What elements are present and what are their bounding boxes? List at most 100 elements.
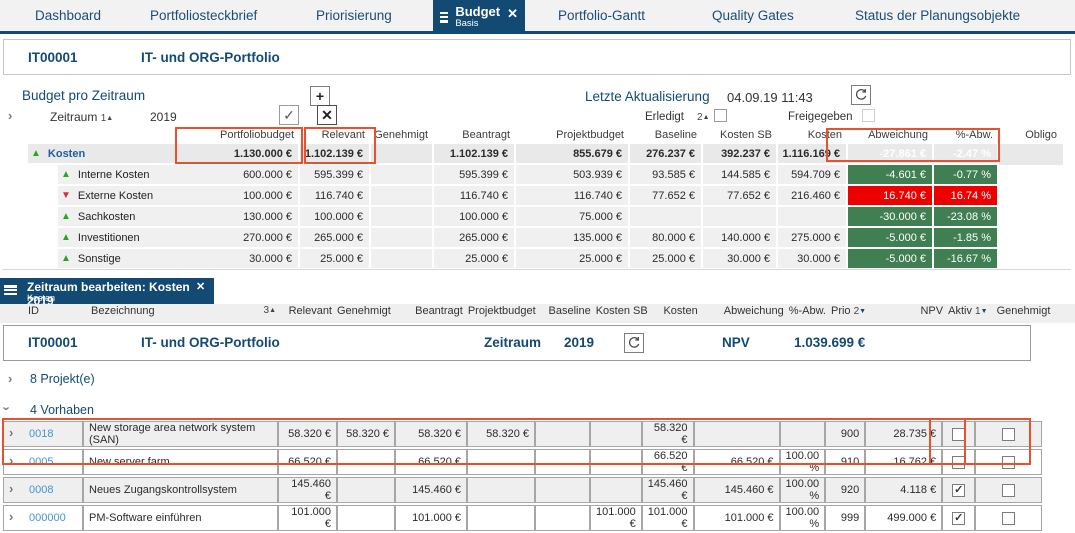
cost-category-label[interactable]: Sachkosten bbox=[78, 211, 135, 223]
close-icon[interactable]: ✕ bbox=[196, 280, 205, 293]
column-header[interactable]: Genehmigt bbox=[371, 127, 434, 144]
vorhaben-value-cell: 101.000 € bbox=[278, 505, 337, 531]
zeitraum-expand-chevron[interactable]: › bbox=[8, 108, 12, 123]
budget-value-cell: 77.652 € bbox=[630, 186, 703, 207]
aktiv-checkbox[interactable] bbox=[952, 456, 965, 469]
vorhaben-value-cell: 145.460 € bbox=[694, 477, 780, 503]
tab-portfoliosteckbrief[interactable]: Portfoliosteckbrief bbox=[150, 8, 257, 23]
hamburger-icon[interactable] bbox=[440, 12, 448, 23]
tab-dashboard[interactable]: Dashboard bbox=[35, 8, 101, 23]
tab-budget-subtitle: Basis bbox=[455, 19, 500, 29]
column-header[interactable]: Baseline bbox=[630, 127, 703, 144]
aktiv-checkbox[interactable]: ✓ bbox=[952, 512, 965, 525]
vorhaben-name[interactable]: New server farm bbox=[83, 449, 278, 475]
vorhaben-name[interactable]: PM-Software einführen bbox=[83, 505, 278, 531]
close-icon[interactable]: ✕ bbox=[507, 6, 518, 22]
col-header-abweichung[interactable]: Abweichung bbox=[703, 305, 789, 317]
cost-category-label[interactable]: Kosten bbox=[48, 148, 85, 160]
budget-value-cell bbox=[371, 186, 434, 207]
budget-value-cell bbox=[371, 165, 434, 186]
vorhaben-value-cell bbox=[467, 477, 535, 503]
tab-portfolio-gantt[interactable]: Portfolio-Gantt bbox=[558, 8, 645, 23]
group-vorhaben-label[interactable]: 4 Vorhaben bbox=[30, 403, 94, 417]
col-header-genehmigt-check[interactable]: Genehmigt bbox=[993, 305, 1060, 317]
tab-budget-active[interactable]: Budget Basis ✕ bbox=[433, 0, 525, 34]
vorhaben-value-cell bbox=[337, 477, 395, 503]
tab-quality-gates[interactable]: Quality Gates bbox=[712, 8, 794, 23]
summary-name: IT- und ORG-Portfolio bbox=[141, 335, 280, 350]
panel-divider bbox=[2, 269, 1071, 270]
vorhaben-value-cell: 100.00 % bbox=[780, 505, 826, 531]
column-header[interactable]: Kosten bbox=[778, 127, 848, 144]
column-header[interactable]: Abweichung bbox=[848, 127, 934, 144]
detail-summary-row: IT00001 IT- und ORG-Portfolio Zeitraum 2… bbox=[3, 325, 1031, 361]
vorhaben-value-cell bbox=[535, 505, 590, 531]
detail-panel-tab[interactable]: Zeitraum bearbeiten: Kosten 2019 ✕ Koste… bbox=[0, 278, 214, 304]
budget-value-cell: 270.000 € bbox=[190, 228, 300, 249]
col-header-kosten[interactable]: Kosten bbox=[653, 305, 703, 317]
col-header-npv[interactable]: NPV bbox=[871, 305, 948, 317]
vorhaben-name[interactable]: Neues Zugangskontrollsystem bbox=[83, 477, 278, 503]
budget-value-cell bbox=[999, 228, 1063, 249]
vorhaben-id-link[interactable]: 0018 bbox=[29, 428, 53, 440]
row-expand-chevron[interactable]: › bbox=[9, 509, 13, 524]
col-header-prio[interactable]: Prio 2▼ bbox=[831, 305, 871, 317]
col-header-bezeichnung[interactable]: Bezeichnung 3▲ bbox=[83, 305, 278, 317]
cost-category-label[interactable]: Investitionen bbox=[78, 232, 140, 244]
row-expand-chevron[interactable]: › bbox=[9, 425, 13, 440]
column-header[interactable]: Beantragt bbox=[434, 127, 516, 144]
freigegeben-checkbox[interactable] bbox=[862, 109, 875, 122]
genehmigt-checkbox[interactable] bbox=[1002, 428, 1015, 441]
aktiv-checkbox[interactable] bbox=[952, 428, 965, 441]
confirm-button[interactable]: ✓ bbox=[279, 105, 299, 125]
budget-value-cell: -5.000 € bbox=[848, 249, 934, 270]
group-projekte-chevron[interactable]: › bbox=[8, 371, 12, 386]
genehmigt-checkbox[interactable] bbox=[1002, 484, 1015, 497]
col-header-beantragt[interactable]: Beantragt bbox=[396, 305, 468, 317]
tab-status-planungsobjekte[interactable]: Status der Planungsobjekte bbox=[855, 8, 1020, 23]
column-header[interactable]: Projektbudget bbox=[516, 127, 630, 144]
column-header[interactable]: Kosten SB bbox=[703, 127, 778, 144]
vorhaben-id-link[interactable]: 0005 bbox=[29, 456, 53, 468]
row-expand-chevron[interactable]: › bbox=[9, 453, 13, 468]
budget-value-cell: -30.000 € bbox=[848, 207, 934, 228]
erledigt-checkbox[interactable] bbox=[714, 109, 727, 122]
add-zeitraum-button[interactable]: + bbox=[310, 86, 330, 106]
row-expand-chevron[interactable]: › bbox=[9, 481, 13, 496]
vorhaben-value-cell bbox=[337, 505, 395, 531]
cost-category-label[interactable]: Externe Kosten bbox=[78, 190, 153, 202]
col-header-genehmigt[interactable]: Genehmigt bbox=[337, 305, 396, 317]
genehmigt-checkbox[interactable] bbox=[1002, 512, 1015, 525]
aktiv-checkbox[interactable]: ✓ bbox=[952, 484, 965, 497]
col-header-baseline[interactable]: Baseline bbox=[541, 305, 596, 317]
column-header[interactable]: Relevant bbox=[300, 127, 371, 144]
budget-value-cell: -23.08 % bbox=[934, 207, 999, 228]
budget-value-cell bbox=[371, 207, 434, 228]
group-vorhaben-chevron[interactable]: › bbox=[0, 406, 15, 410]
column-header[interactable]: Portfoliobudget bbox=[190, 127, 300, 144]
budget-value-cell: 276.237 € bbox=[630, 144, 703, 165]
summary-refresh-button[interactable] bbox=[624, 333, 644, 353]
col-header-id[interactable]: ID bbox=[3, 305, 83, 317]
vorhaben-id-link[interactable]: 0008 bbox=[29, 484, 53, 496]
col-header-aktiv[interactable]: Aktiv 1▼ bbox=[948, 305, 992, 317]
col-header-kosten-sb[interactable]: Kosten SB bbox=[596, 305, 653, 317]
col-header-relevant[interactable]: Relevant bbox=[278, 305, 337, 317]
col-header-abw-prozent[interactable]: %-Abw. bbox=[789, 305, 831, 317]
sort-down-triangle-icon: ▼ bbox=[981, 308, 988, 315]
sort-up-triangle-icon: ▲ bbox=[106, 115, 113, 122]
hamburger-icon[interactable] bbox=[4, 285, 17, 295]
tab-priorisierung[interactable]: Priorisierung bbox=[316, 8, 392, 23]
group-projekte-label[interactable]: 8 Projekt(e) bbox=[30, 372, 95, 386]
column-header[interactable]: Obligo bbox=[999, 127, 1063, 144]
vorhaben-name[interactable]: New storage area network system (SAN) bbox=[83, 421, 278, 447]
cost-category-label[interactable]: Interne Kosten bbox=[78, 169, 150, 181]
zeitraum-row-label[interactable]: Zeitraum bbox=[50, 110, 97, 124]
column-header[interactable]: %-Abw. bbox=[934, 127, 999, 144]
col-header-projektbudget[interactable]: Projektbudget bbox=[468, 305, 541, 317]
cost-category-label[interactable]: Sonstige bbox=[78, 253, 121, 265]
refresh-button[interactable] bbox=[851, 85, 871, 105]
vorhaben-value-cell: 58.320 € bbox=[467, 421, 535, 447]
delete-button[interactable]: ✕ bbox=[317, 105, 337, 125]
genehmigt-checkbox[interactable] bbox=[1002, 456, 1015, 469]
